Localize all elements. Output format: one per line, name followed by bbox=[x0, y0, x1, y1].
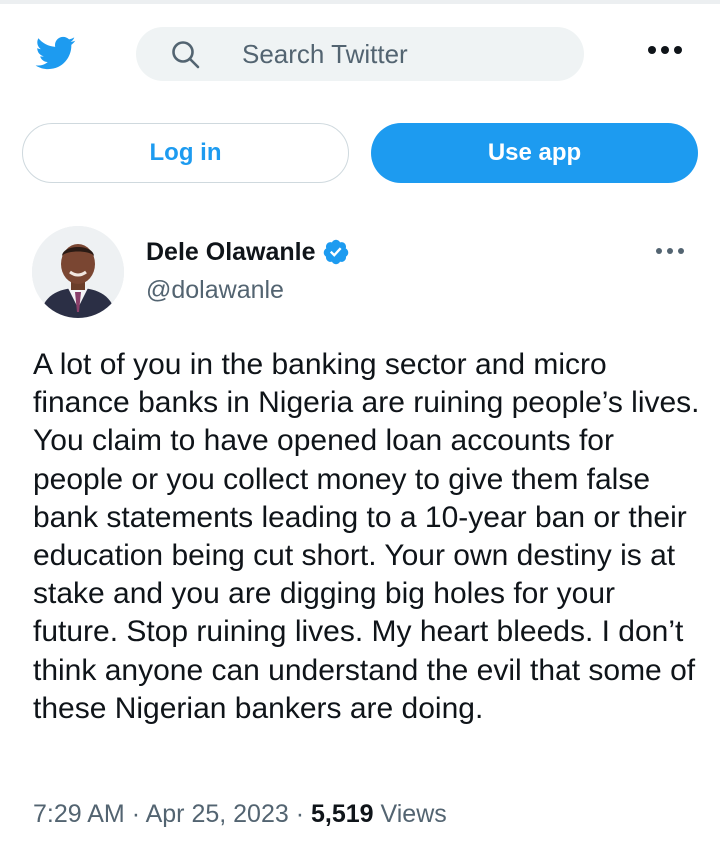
tweet-time[interactable]: 7:29 AM bbox=[33, 800, 125, 828]
verified-badge-icon bbox=[323, 239, 348, 265]
top-divider bbox=[0, 0, 720, 4]
search-icon bbox=[172, 41, 200, 69]
login-button[interactable]: Log in bbox=[22, 123, 349, 183]
meta-separator: · bbox=[131, 800, 141, 828]
more-horizontal-icon[interactable] bbox=[648, 46, 682, 58]
search-placeholder[interactable]: Search Twitter bbox=[242, 40, 408, 68]
search-bar[interactable]: Search Twitter bbox=[136, 27, 584, 81]
views-label: Views bbox=[380, 800, 447, 828]
twitter-bird-icon[interactable] bbox=[30, 32, 80, 74]
avatar-image bbox=[32, 226, 124, 318]
tweet-meta: 7:29 AM · Apr 25, 2023 · 5,519 Views bbox=[33, 800, 447, 829]
meta-separator: · bbox=[295, 800, 305, 828]
views-count: 5,519 bbox=[311, 800, 374, 828]
tweet-date[interactable]: Apr 25, 2023 bbox=[146, 800, 289, 828]
author-name[interactable]: Dele Olawanle bbox=[146, 238, 316, 267]
tweet-text: A lot of you in the banking sector and m… bbox=[33, 348, 700, 725]
use-app-button[interactable]: Use app bbox=[371, 123, 698, 183]
author-handle[interactable]: @dolawanle bbox=[146, 276, 284, 305]
top-bar: Search Twitter bbox=[0, 24, 720, 84]
author-row: Dele Olawanle bbox=[146, 236, 350, 268]
avatar[interactable] bbox=[32, 226, 124, 318]
tweet-more-icon[interactable] bbox=[656, 248, 686, 258]
